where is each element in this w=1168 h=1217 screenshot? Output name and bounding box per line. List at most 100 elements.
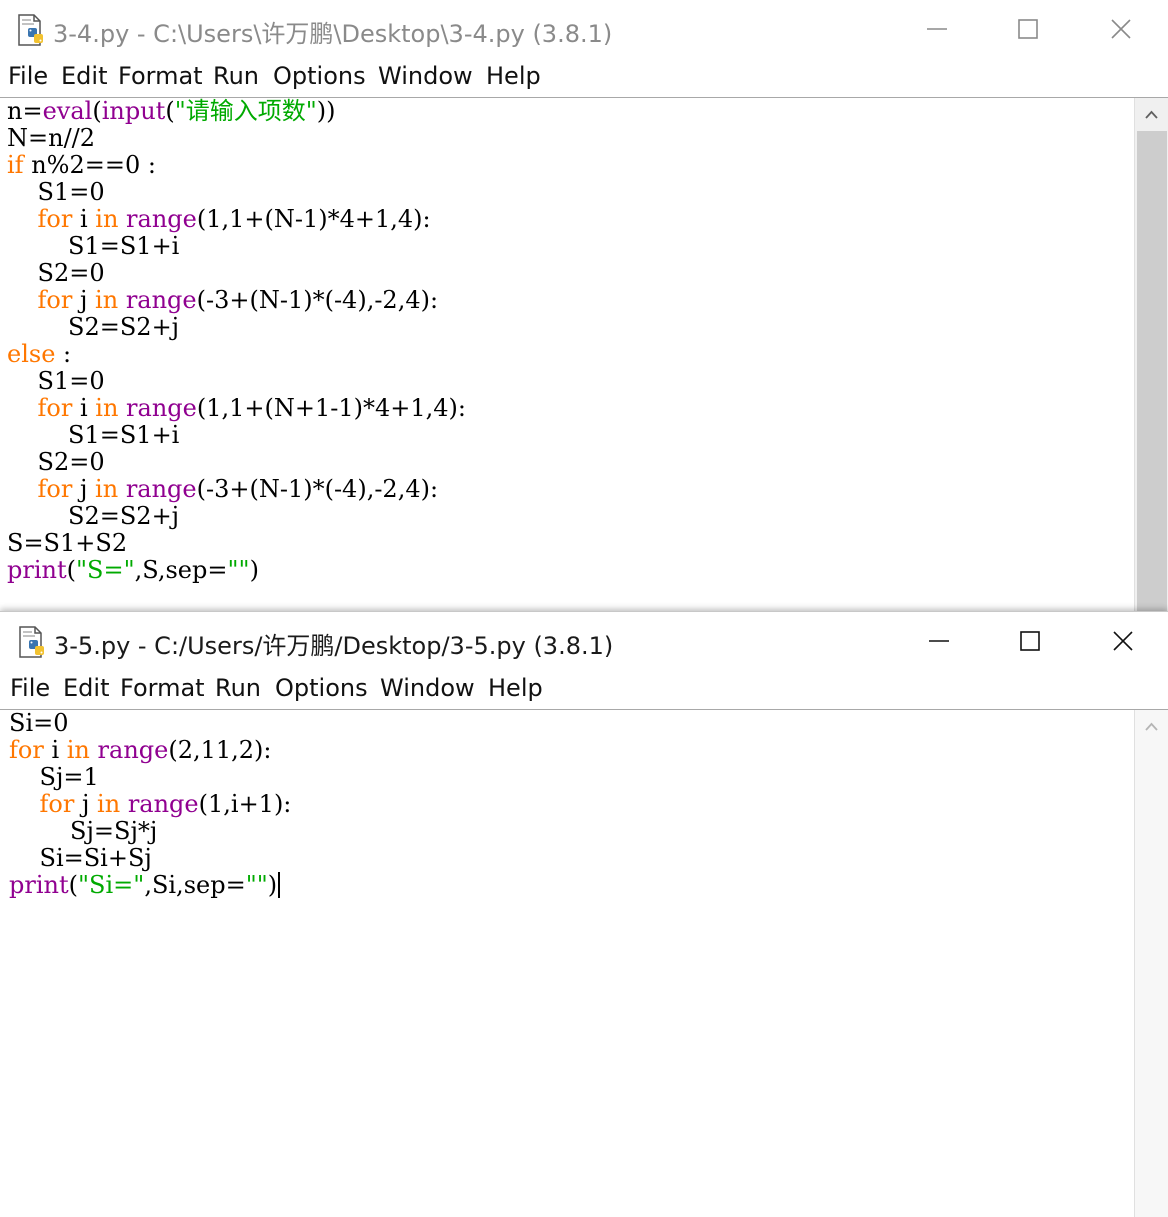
code-token: i [43,736,67,764]
maximize-icon [1018,19,1038,39]
keyword-token: for [39,790,75,818]
maximize-icon [1020,631,1040,651]
code-editor[interactable]: n=eval(input("请输入项数")) N=n//2 if n%2==0 : … [0,98,1135,611]
code-token: (1,1+(N-1)*4+1,4): [196,205,431,233]
builtin-token: range [126,394,197,422]
code-token: ( [66,556,76,584]
code-line: S2=0 [7,260,466,287]
code-token: j [74,790,98,818]
code-line: S1=S1+i [7,422,466,449]
vertical-scrollbar[interactable] [1134,710,1168,1217]
code-token: : [55,340,72,368]
keyword-token: in [97,790,121,818]
code-line: for i in range(1,1+(N+1-1)*4+1,4): [7,395,466,422]
menu-format[interactable]: Format [120,674,205,702]
editor-window-3-5[interactable]: 3-5.py - C:/Users/许万鹏/Desktop/3-5.py (3.… [0,611,1168,1217]
menu-window[interactable]: Window [378,62,473,90]
code-token: S1=S1+i [7,421,180,449]
code-token: ( [165,97,175,125]
python-file-icon [15,625,49,659]
code-line: S2=S2+j [7,314,466,341]
vertical-scrollbar[interactable] [1134,98,1168,611]
code-editor[interactable]: Si=0 for i in range(2,11,2): Sj=1 for j i… [0,710,1135,1217]
minimize-button[interactable] [911,620,965,660]
keyword-token: in [95,475,119,503]
code-line: for i in range(2,11,2): [9,737,291,764]
menu-format[interactable]: Format [118,62,203,90]
menu-help[interactable]: Help [486,62,541,90]
code-line: S1=S1+i [7,233,466,260]
code-token: (-3+(N-1)*(-4),-2,4): [196,286,439,314]
code-token: Si=Si+Sj [9,844,152,872]
code-token: S=S1+S2 [7,529,128,557]
code-line: Si=0 [9,710,291,737]
keyword-token: for [37,475,73,503]
editor-window-3-4[interactable]: 3-4.py - C:\Users\许万鹏\Desktop\3-4.py (3.… [0,0,1168,611]
maximize-button[interactable] [1002,620,1056,660]
builtin-token: range [97,736,169,764]
builtin-token: print [7,556,67,584]
code-token: Sj=1 [9,763,99,791]
string-token: "" [245,871,268,899]
menu-window[interactable]: Window [380,674,475,702]
menu-edit[interactable]: Edit [61,62,107,90]
menu-help[interactable]: Help [488,674,543,702]
menu-options[interactable]: Options [275,674,368,702]
code-token: ( [68,871,78,899]
menu-run[interactable]: Run [215,674,261,702]
code-token: S2=0 [7,448,105,476]
keyword-token: in [95,394,119,422]
code-token: N=n//2 [7,124,96,152]
code-line: S=S1+S2 [7,530,466,557]
minimize-button[interactable] [909,8,963,48]
code-line: n=eval(input("请输入项数")) [7,98,466,125]
keyword-token: in [95,286,119,314]
code-token: (1,1+(N+1-1)*4+1,4): [196,394,466,422]
title-bar[interactable]: 3-4.py - C:\Users\许万鹏\Desktop\3-4.py (3.… [0,0,1168,58]
keyword-token: else [7,340,56,368]
code-line: S1=0 [7,368,466,395]
keyword-token: for [37,205,73,233]
code-token: n%2==0 : [23,151,156,179]
code-token: S1=0 [7,367,105,395]
code-token: n= [7,97,43,125]
code-token: ) [267,871,278,899]
code-token: S2=S2+j [7,502,180,530]
menu-file[interactable]: File [10,674,50,702]
close-button[interactable] [1093,8,1147,48]
menu-bar: File Edit Format Run Options Window Help [0,670,1168,710]
scrollbar-thumb[interactable] [1137,131,1167,611]
code-token: Sj=Sj*j [9,817,158,845]
title-bar[interactable]: 3-5.py - C:/Users/许万鹏/Desktop/3-5.py (3.… [0,612,1168,670]
code-token: i [72,394,96,422]
code-line: if n%2==0 : [7,152,466,179]
scroll-up-button[interactable] [1135,710,1168,743]
code-token: Si=0 [9,709,69,737]
maximize-button[interactable] [1000,8,1054,48]
string-token: "" [227,556,250,584]
keyword-token: for [37,394,73,422]
string-token: "S=" [76,556,135,584]
code-line: print("Si=",Si,sep="") [9,872,291,899]
code-line: S1=0 [7,179,466,206]
menu-file[interactable]: File [8,62,48,90]
code-token: (1,i+1): [198,790,292,818]
scroll-up-arrow-icon [1145,110,1158,119]
scroll-up-button[interactable] [1135,98,1168,131]
code-token: ,Si,sep= [144,871,246,899]
menu-edit[interactable]: Edit [63,674,109,702]
close-button[interactable] [1095,620,1149,660]
code-token: (-3+(N-1)*(-4),-2,4): [196,475,439,503]
code-line: for i in range(1,1+(N-1)*4+1,4): [7,206,466,233]
menu-run[interactable]: Run [213,62,259,90]
menu-options[interactable]: Options [273,62,366,90]
